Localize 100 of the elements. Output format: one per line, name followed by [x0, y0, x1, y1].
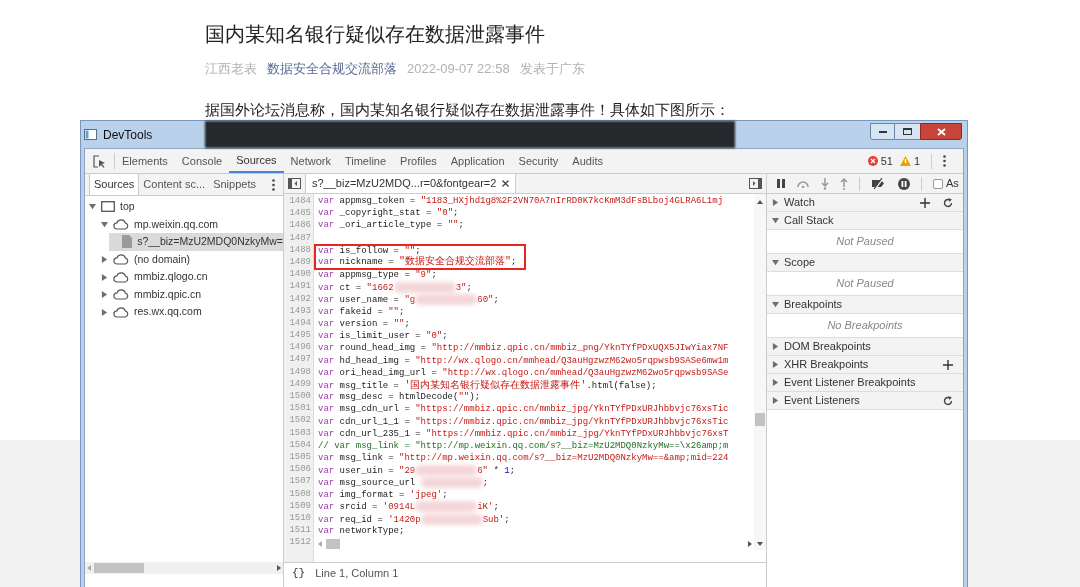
panel-tab[interactable]: Network: [283, 149, 338, 173]
expanded-triangle-icon[interactable]: [101, 220, 108, 228]
line-number: 1505: [288, 450, 312, 464]
code-line: var appmsg_token = "1183_HXjhd1g8%2F2VN70A7nIrRD0K7kcKmM3dFsBLboj4GLRA6L1mj: [318, 195, 724, 207]
toggle-navigator-icon[interactable]: [288, 178, 301, 189]
tree-item[interactable]: mmbiz.qpic.cn: [97, 285, 283, 304]
cloud-icon: [113, 306, 129, 318]
refresh-icon[interactable]: [943, 395, 953, 406]
refresh-icon[interactable]: [943, 197, 953, 208]
horizontal-scrollbar[interactable]: [85, 562, 283, 574]
code-line: var _copyright_stat = "0";: [318, 207, 459, 219]
step-over-icon[interactable]: [796, 179, 810, 188]
line-number: 1496: [288, 341, 312, 354]
code-line: var appmsg_type = "9";: [318, 270, 437, 282]
file-tab[interactable]: s?__biz=MzU2MDQ...r=0&fontgear=2: [306, 174, 517, 193]
account-link[interactable]: 数据安全合规交流部落: [267, 60, 397, 78]
code-line: var req_id = '1420p Sub';: [318, 513, 510, 526]
code-line: // var msg_link = "http://mp.weixin.qq.com/s?__biz=MzU2MDQ0NzkyMw==\x26amp;m: [318, 440, 729, 452]
redaction-blur: [415, 501, 478, 513]
panel-tab[interactable]: Elements: [115, 149, 175, 173]
article-title: 国内某知名银行疑似存在数据泄露事件: [205, 22, 545, 47]
code-line: var _ori_article_type = "";: [318, 219, 464, 231]
expanded-triangle-icon[interactable]: [772, 259, 779, 266]
navigator-tab[interactable]: Snippets: [209, 174, 260, 195]
section-header[interactable]: Breakpoints: [767, 296, 963, 314]
close-icon: [936, 127, 946, 136]
code-line: var msg_cdn_url = "https://mmbiz.qpic.cn/mmbiz_jpg/YknTYfPDxURJhbbvjc76xsTic: [318, 404, 729, 416]
section-header[interactable]: XHR Breakpoints: [767, 356, 963, 374]
async-checkbox[interactable]: [933, 178, 943, 189]
line-number: 1501: [288, 402, 312, 415]
panel-tab[interactable]: Audits: [565, 149, 610, 173]
step-into-icon[interactable]: [821, 177, 829, 190]
more-options-icon[interactable]: [272, 178, 275, 191]
article-author: 江西老表: [205, 60, 257, 78]
collapsed-triangle-icon[interactable]: [101, 273, 108, 281]
panel-tab[interactable]: Console: [174, 149, 230, 173]
collapsed-triangle-icon[interactable]: [101, 308, 108, 316]
tree-item[interactable]: mmbiz.qlogo.cn: [97, 268, 283, 286]
vertical-scrollbar[interactable]: [754, 194, 766, 550]
step-out-icon[interactable]: [840, 177, 848, 190]
section-header[interactable]: Watch: [767, 194, 963, 212]
add-icon[interactable]: [920, 197, 930, 208]
pause-icon[interactable]: [777, 179, 785, 188]
collapsed-triangle-icon[interactable]: [772, 397, 779, 404]
cursor-position: Line 1, Column 1: [315, 566, 399, 582]
line-number: 1512: [288, 536, 312, 549]
section-header[interactable]: Event Listener Breakpoints: [767, 374, 963, 392]
code-line: var is_follow = "";: [318, 245, 421, 256]
line-number: 1485: [288, 207, 312, 220]
inspect-icon[interactable]: [93, 154, 106, 168]
collapsed-triangle-icon[interactable]: [772, 361, 779, 368]
article-location: 发表于广东: [519, 60, 585, 78]
collapsed-triangle-icon[interactable]: [101, 291, 108, 299]
close-icon[interactable]: [502, 180, 510, 187]
section-header[interactable]: Scope: [767, 254, 963, 272]
tree-item[interactable]: top: [85, 198, 283, 216]
tree-item[interactable]: mp.weixin.qq.com: [97, 215, 283, 234]
panel-tab[interactable]: Application: [443, 149, 512, 173]
article-paragraph: 据国外论坛消息称，国内某知名银行疑似存在数据泄露事件！具体如下图所示：: [205, 100, 730, 120]
redaction-blur: [415, 294, 478, 306]
redaction-blur: [420, 513, 483, 525]
line-number: 1488: [288, 243, 312, 256]
deactivate-breakpoints-icon[interactable]: [871, 178, 887, 189]
section-header[interactable]: Event Listeners: [767, 392, 963, 410]
add-icon[interactable]: [943, 359, 953, 370]
cloud-icon: [113, 254, 129, 266]
section-header[interactable]: DOM Breakpoints: [767, 338, 963, 356]
section-header[interactable]: Call Stack: [767, 212, 963, 230]
expanded-triangle-icon[interactable]: [772, 217, 779, 224]
panel-tab[interactable]: Profiles: [393, 149, 444, 173]
close-button[interactable]: [920, 123, 962, 140]
error-icon: [867, 156, 878, 166]
empty-message: No Breakpoints: [827, 318, 903, 334]
code-line: var is_limit_user = "0";: [318, 331, 448, 343]
toggle-debugger-icon[interactable]: [749, 178, 762, 189]
panel-tab[interactable]: Timeline: [337, 149, 394, 173]
collapsed-triangle-icon[interactable]: [772, 199, 779, 206]
tree-item[interactable]: s?__biz=MzU2MDQ0NzkyMw=: [109, 233, 283, 251]
minimize-button[interactable]: [870, 123, 895, 140]
navigator-tab[interactable]: Sources: [89, 174, 140, 195]
tree-item[interactable]: (no domain): [97, 250, 283, 269]
error-count: 51: [880, 153, 893, 169]
line-number: 1502: [288, 414, 312, 427]
maximize-button[interactable]: [895, 123, 920, 140]
tree-item[interactable]: res.wx.qq.com: [97, 303, 283, 322]
empty-message: Not Paused: [836, 234, 894, 250]
panel-tab[interactable]: Security: [511, 149, 566, 173]
expanded-triangle-icon[interactable]: [772, 301, 779, 308]
line-number: 1495: [288, 329, 312, 342]
collapsed-triangle-icon[interactable]: [772, 343, 779, 350]
collapsed-triangle-icon[interactable]: [101, 256, 108, 264]
collapsed-triangle-icon[interactable]: [772, 379, 779, 386]
redaction-blur: [393, 282, 456, 294]
line-number: 1489: [288, 255, 312, 269]
pause-on-exceptions-icon[interactable]: [898, 177, 910, 190]
pretty-print-button[interactable]: {}: [292, 565, 306, 582]
more-options-icon[interactable]: [943, 155, 946, 167]
navigator-tab[interactable]: Content sc...: [139, 174, 210, 195]
cloud-icon: [113, 218, 129, 230]
expanded-triangle-icon[interactable]: [89, 203, 96, 211]
